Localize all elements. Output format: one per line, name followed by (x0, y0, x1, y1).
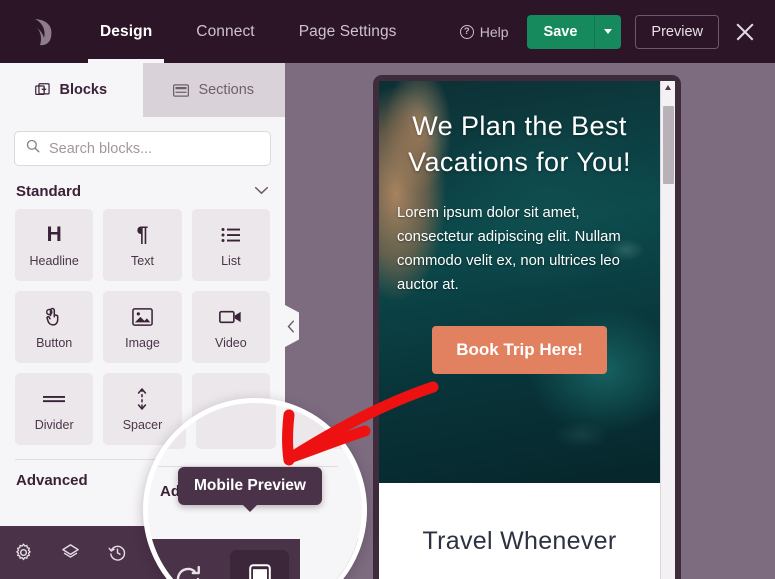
nav-tab-design-label: Design (100, 22, 153, 40)
help-button[interactable]: ? Help (459, 23, 509, 40)
top-toolbar: Design Connect Page Settings ? Help Save… (0, 0, 775, 63)
block-text-label: Text (131, 253, 154, 268)
scrollbar-thumb[interactable] (663, 106, 674, 184)
block-image[interactable]: Image (103, 291, 182, 363)
block-headline[interactable]: H Headline (15, 209, 94, 281)
zoomed-block-card (148, 403, 186, 449)
hero-section[interactable]: We Plan the Best Vacations for You! Lore… (379, 81, 660, 483)
block-video[interactable]: Video (191, 291, 270, 363)
settings-gear-icon[interactable] (0, 526, 47, 579)
paragraph-icon: ¶ (136, 223, 149, 246)
revision-history-icon[interactable] (94, 526, 141, 579)
chevron-down-icon (254, 182, 269, 200)
landing-page-content: We Plan the Best Vacations for You! Lore… (379, 81, 660, 579)
save-button-group: Save (526, 14, 622, 49)
button-click-icon (44, 305, 64, 329)
help-label: Help (479, 23, 509, 40)
secondary-section-heading: Travel Whenever (422, 527, 617, 555)
video-camera-icon (219, 305, 242, 329)
main-nav: Design Connect Page Settings (78, 0, 419, 63)
tab-sections-label: Sections (198, 82, 255, 98)
mobile-preview-toggle[interactable] (230, 550, 289, 579)
mobile-preview-tooltip: Mobile Preview (178, 467, 322, 512)
nav-tab-page-settings-label: Page Settings (298, 22, 397, 40)
block-video-label: Video (214, 335, 247, 350)
group-header-standard-label: Standard (16, 182, 82, 200)
preview-button[interactable]: Preview (635, 14, 719, 49)
group-header-standard[interactable]: Standard (0, 166, 285, 209)
block-button-label: Button (36, 335, 73, 350)
secondary-section[interactable]: Travel Whenever (379, 483, 660, 558)
search-area (0, 117, 285, 166)
sections-icon (173, 83, 190, 97)
preview-scrollbar[interactable] (660, 81, 675, 579)
nav-tab-connect[interactable]: Connect (174, 0, 276, 63)
headline-icon: H (46, 223, 62, 246)
mobile-device-screen: We Plan the Best Vacations for You! Lore… (379, 81, 675, 579)
block-list-label: List (221, 253, 241, 268)
zoomed-block-card (196, 403, 276, 449)
close-icon[interactable] (733, 20, 757, 44)
hero-headline: We Plan the Best Vacations for You! (408, 111, 631, 177)
refresh-preview-icon[interactable] (173, 564, 203, 579)
nav-tab-connect-label: Connect (196, 22, 255, 40)
top-toolbar-actions: ? Help Save Preview (459, 14, 775, 49)
hero-body-text: Lorem ipsum dolor sit amet, consectetur … (397, 205, 621, 294)
list-icon (221, 223, 241, 247)
scroll-up-arrow-icon[interactable] (665, 85, 671, 90)
nav-tab-page-settings[interactable]: Page Settings (277, 0, 419, 63)
mobile-device-frame: We Plan the Best Vacations for You! Lore… (373, 75, 681, 579)
block-list[interactable]: List (191, 209, 270, 281)
nav-tab-design[interactable]: Design (78, 0, 174, 63)
seedprod-page-builder: Design Connect Page Settings ? Help Save… (0, 0, 775, 579)
search-box[interactable] (14, 131, 271, 166)
image-icon (132, 305, 153, 329)
tab-sections[interactable]: Sections (142, 63, 285, 117)
blocks-icon (35, 82, 51, 98)
tab-blocks-label: Blocks (59, 82, 108, 98)
search-input[interactable] (49, 140, 259, 157)
zoomed-block-card (286, 403, 362, 449)
block-text[interactable]: ¶ Text (103, 209, 182, 281)
block-button[interactable]: Button (15, 291, 94, 363)
block-image-label: Image (125, 335, 160, 350)
help-circle-icon: ? (459, 24, 474, 39)
seedprod-leaf-logo[interactable] (26, 15, 60, 49)
layers-icon[interactable] (47, 526, 94, 579)
book-trip-cta-button[interactable]: Book Trip Here! (432, 326, 607, 375)
zoomed-toolbar-cutoff (300, 539, 362, 579)
save-dropdown-caret[interactable] (594, 14, 622, 49)
divider-icon (43, 387, 66, 411)
chevron-down-icon (604, 29, 613, 34)
block-divider[interactable]: Divider (15, 373, 94, 445)
search-icon (26, 139, 40, 158)
mobile-phone-icon (248, 563, 271, 579)
hero-cta-wrap: Book Trip Here! (379, 326, 660, 375)
save-button[interactable]: Save (526, 14, 595, 49)
block-headline-label: Headline (29, 253, 79, 268)
tab-blocks[interactable]: Blocks (0, 63, 143, 117)
block-divider-label: Divider (34, 417, 74, 432)
group-header-advanced-label: Advanced (16, 472, 88, 489)
sidebar-tabs: Blocks Sections (0, 63, 285, 117)
